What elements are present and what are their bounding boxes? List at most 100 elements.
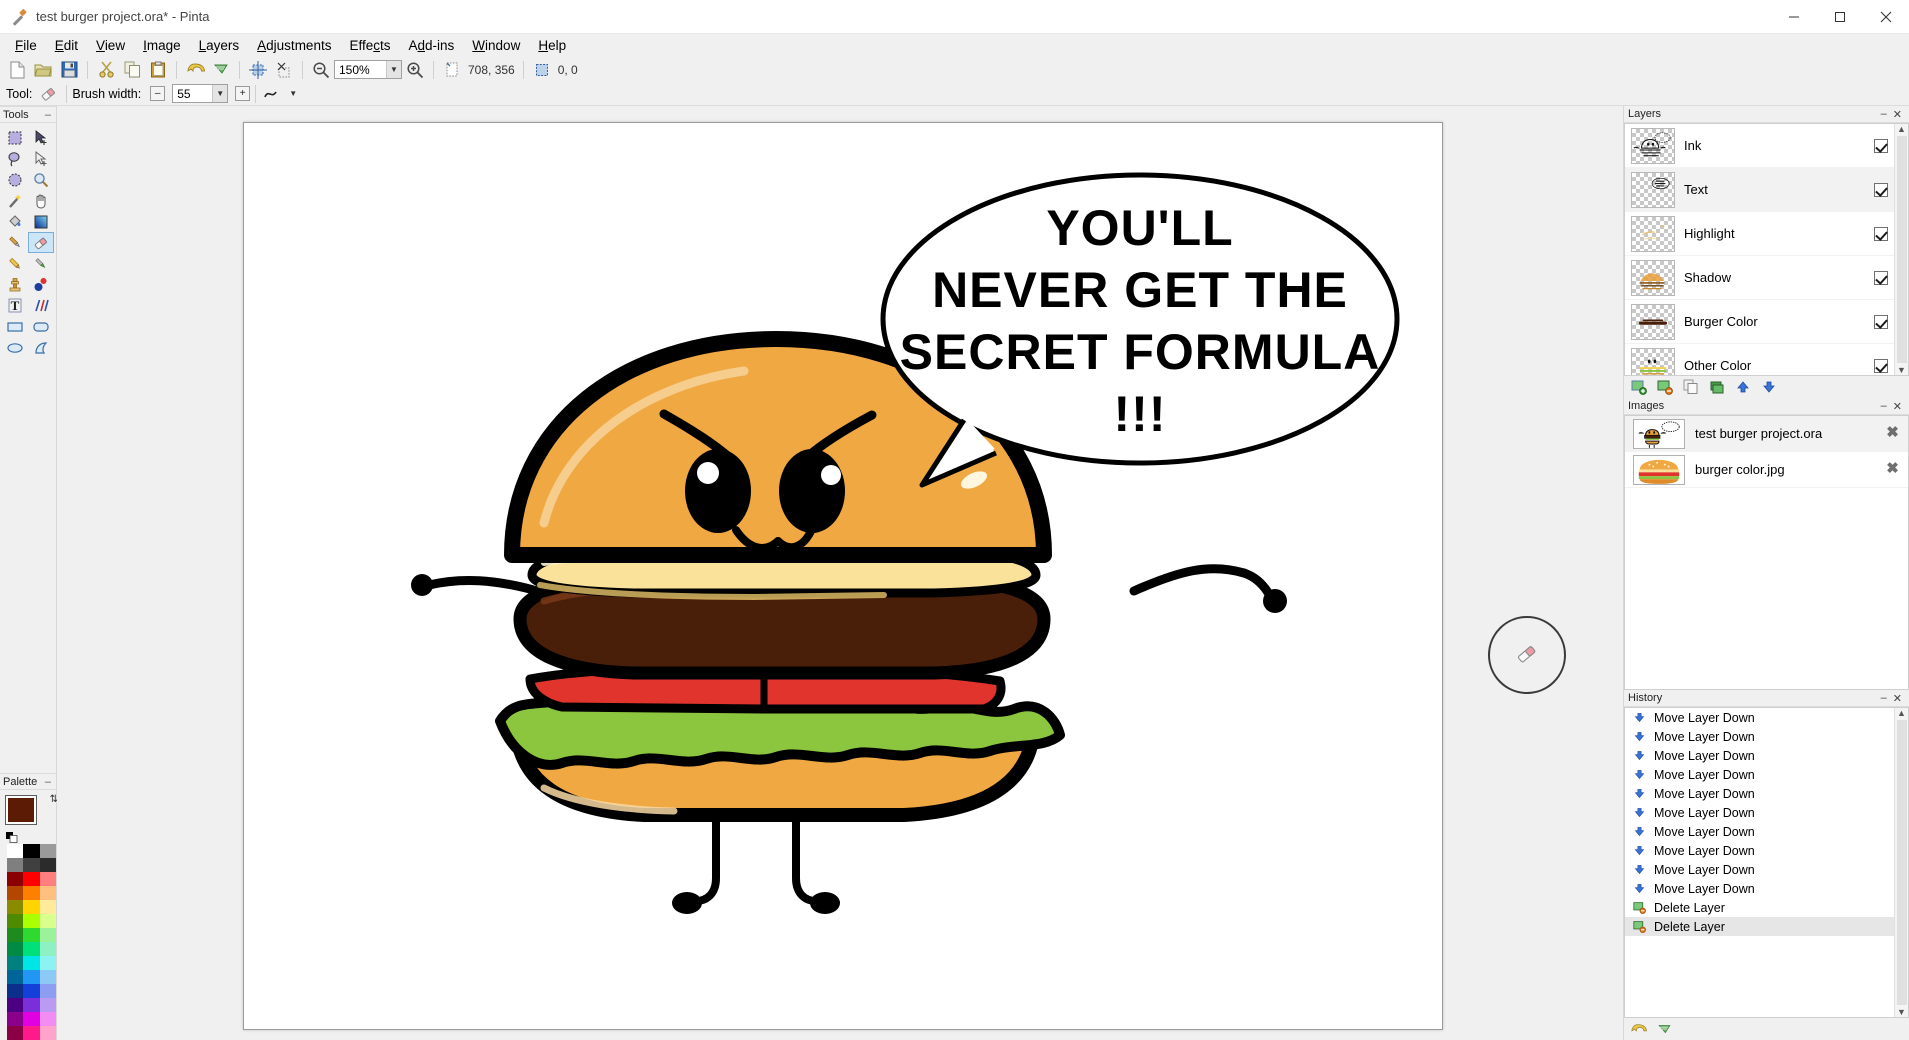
palette-color-29[interactable] — [39, 970, 56, 984]
history-row[interactable]: Move Layer Down — [1625, 860, 1894, 879]
tool-lasso-select[interactable] — [2, 148, 28, 169]
new-icon[interactable] — [4, 58, 30, 82]
history-row[interactable]: Move Layer Down — [1625, 784, 1894, 803]
menu-layers[interactable]: Layers — [190, 35, 249, 56]
tool-clone-stamp[interactable] — [2, 274, 28, 295]
palette-color-18[interactable] — [7, 928, 24, 942]
crop-to-selection-icon[interactable] — [245, 58, 271, 82]
menu-effects[interactable]: Effects — [340, 35, 399, 56]
tool-recolor[interactable] — [28, 274, 54, 295]
layers-panel-minimize[interactable]: – — [1878, 108, 1890, 120]
cut-icon[interactable] — [93, 58, 119, 82]
history-list[interactable]: Move Layer Down Move Layer Down Move Layer… — [1624, 707, 1909, 1018]
undo-history-icon[interactable] — [1630, 1021, 1647, 1038]
menu-adjustments[interactable]: Adjustments — [248, 35, 340, 56]
layer-row[interactable]: Other Color — [1625, 344, 1894, 375]
palette-color-39[interactable] — [7, 1026, 24, 1040]
history-row[interactable]: Move Layer Down — [1625, 765, 1894, 784]
image-canvas[interactable]: YOU'LL NEVER GET THE SECRET FORMULA !!! — [243, 122, 1443, 1030]
tool-rectangle[interactable] — [2, 316, 28, 337]
layer-row[interactable]: Highlight — [1625, 212, 1894, 256]
tool-ellipse-select[interactable] — [2, 169, 28, 190]
menu-addins[interactable]: Add-ins — [400, 35, 464, 56]
tool-freeform-shape[interactable] — [28, 337, 54, 358]
minimize-button[interactable] — [1771, 0, 1817, 33]
palette-color-34[interactable] — [23, 998, 40, 1012]
palette-color-22[interactable] — [23, 942, 40, 956]
brush-width-increase-button[interactable]: + — [235, 86, 251, 101]
palette-color-40[interactable] — [23, 1026, 40, 1040]
palette-color-21[interactable] — [7, 942, 24, 956]
palette-color-5[interactable] — [39, 858, 56, 872]
tool-line-curve[interactable] — [28, 295, 54, 316]
scroll-down-icon[interactable]: ▼ — [1897, 1007, 1906, 1017]
tool-zoom[interactable] — [28, 169, 54, 190]
history-row[interactable]: Move Layer Down — [1625, 879, 1894, 898]
open-icon[interactable] — [30, 58, 56, 82]
palette-color-1[interactable] — [23, 844, 40, 858]
menu-view[interactable]: View — [87, 35, 134, 56]
palette-color-17[interactable] — [39, 914, 56, 928]
zoom-out-icon[interactable] — [308, 58, 334, 82]
copy-icon[interactable] — [119, 58, 145, 82]
palette-color-4[interactable] — [23, 858, 40, 872]
images-panel-minimize[interactable]: – — [1878, 400, 1890, 412]
merge-layer-down-icon[interactable] — [1708, 379, 1725, 396]
menu-help[interactable]: Help — [529, 35, 575, 56]
layers-list[interactable]: Ink Text Highlight Shadow Burger Color Other … — [1624, 123, 1909, 376]
tools-panel-minimize[interactable]: – — [43, 109, 53, 121]
curve-icon[interactable] — [261, 82, 287, 106]
palette-color-3[interactable] — [7, 858, 24, 872]
tool-gradient[interactable] — [28, 211, 54, 232]
palette-color-12[interactable] — [7, 900, 24, 914]
menu-window[interactable]: Window — [463, 35, 529, 56]
menu-file[interactable]: File — [6, 35, 46, 56]
palette-color-0[interactable] — [7, 844, 24, 858]
tool-eraser[interactable] — [28, 232, 54, 253]
tool-ellipse[interactable] — [2, 337, 28, 358]
layer-row[interactable]: Burger Color — [1625, 300, 1894, 344]
menu-image[interactable]: Image — [134, 35, 190, 56]
layer-row[interactable]: Ink — [1625, 124, 1894, 168]
close-image-icon[interactable]: ✖ — [1885, 425, 1900, 441]
history-row[interactable]: Delete Layer — [1625, 898, 1894, 917]
zoom-in-icon[interactable] — [402, 58, 428, 82]
maximize-button[interactable] — [1817, 0, 1863, 33]
layer-visibility-checkbox[interactable] — [1874, 358, 1888, 373]
delete-layer-icon[interactable] — [1656, 379, 1673, 396]
history-row[interactable]: Move Layer Down — [1625, 803, 1894, 822]
history-row[interactable]: Move Layer Down — [1625, 708, 1894, 727]
palette-color-41[interactable] — [39, 1026, 56, 1040]
history-panel-minimize[interactable]: – — [1878, 692, 1890, 704]
palette-color-33[interactable] — [7, 998, 24, 1012]
save-icon[interactable] — [56, 58, 82, 82]
deselect-icon[interactable] — [271, 58, 297, 82]
tool-move-selected[interactable] — [28, 127, 54, 148]
tool-move-selection[interactable] — [28, 148, 54, 169]
palette-color-32[interactable] — [39, 984, 56, 998]
history-panel-close[interactable]: ✕ — [1890, 692, 1905, 705]
image-row[interactable]: test burger project.ora ✖ — [1625, 416, 1908, 452]
scroll-up-icon[interactable]: ▲ — [1897, 124, 1906, 134]
palette-panel-minimize[interactable]: – — [43, 776, 53, 788]
paste-icon[interactable] — [145, 58, 171, 82]
close-button[interactable] — [1863, 0, 1909, 33]
palette-color-14[interactable] — [39, 900, 56, 914]
palette-color-6[interactable] — [7, 872, 24, 886]
undo-icon[interactable] — [182, 58, 208, 82]
layer-visibility-checkbox[interactable] — [1874, 270, 1888, 285]
palette-color-30[interactable] — [7, 984, 24, 998]
tool-pencil[interactable] — [2, 253, 28, 274]
palette-color-15[interactable] — [7, 914, 24, 928]
tool-paint-bucket[interactable] — [2, 211, 28, 232]
primary-color-swatch[interactable] — [5, 795, 37, 825]
tool-text[interactable]: T — [2, 295, 28, 316]
brush-width-input[interactable]: 55 ▼ — [172, 84, 229, 103]
layers-panel-close[interactable]: ✕ — [1890, 108, 1905, 121]
palette-color-8[interactable] — [39, 872, 56, 886]
history-scrollbar[interactable]: ▲ ▼ — [1894, 708, 1908, 1017]
layer-row[interactable]: Shadow — [1625, 256, 1894, 300]
history-row[interactable]: Delete Layer — [1625, 917, 1894, 936]
tool-color-picker[interactable] — [28, 253, 54, 274]
tool-rectangle-select[interactable] — [2, 127, 28, 148]
